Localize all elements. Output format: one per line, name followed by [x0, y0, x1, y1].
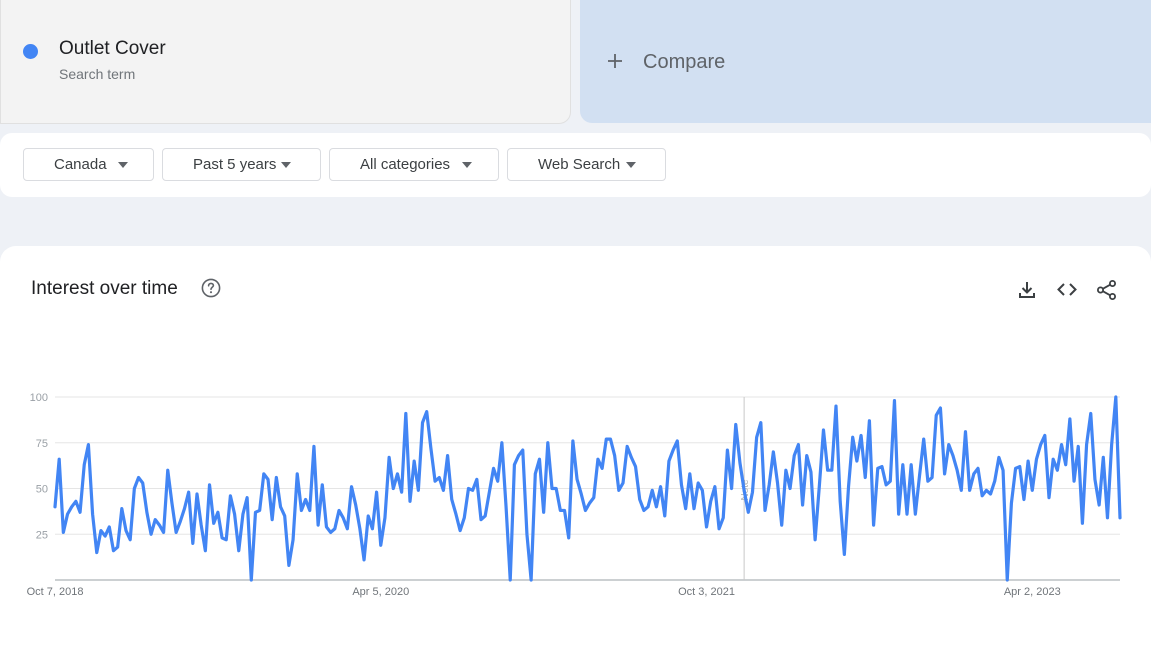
search-term-card[interactable]: Outlet Cover Search term	[0, 0, 571, 124]
caret-down-icon	[281, 162, 291, 168]
filter-region[interactable]: Canada	[23, 148, 154, 181]
filter-time-range-label: Past 5 years	[193, 156, 277, 173]
share-icon[interactable]	[1096, 279, 1118, 301]
chart-section-title: Interest over time	[31, 278, 178, 299]
caret-down-icon	[118, 162, 128, 168]
search-term-subtitle: Search term	[59, 66, 136, 82]
filter-search-type[interactable]: Web Search	[507, 148, 666, 181]
series-color-dot	[23, 44, 38, 59]
compare-label[interactable]: Compare	[643, 51, 725, 74]
filter-time-range[interactable]: Past 5 years	[162, 148, 321, 181]
filter-region-label: Canada	[54, 156, 107, 173]
plus-icon[interactable]	[606, 47, 624, 75]
filter-category-label: All categories	[360, 156, 451, 173]
caret-down-icon	[626, 162, 636, 168]
filters-bar: Canada Past 5 years All categories Web S…	[0, 133, 1151, 197]
filter-search-type-label: Web Search	[538, 156, 621, 173]
help-circle-icon[interactable]	[201, 278, 221, 298]
search-term-name[interactable]: Outlet Cover	[59, 38, 166, 60]
caret-down-icon	[462, 162, 472, 168]
interest-over-time-card	[0, 246, 1151, 668]
embed-code-icon[interactable]	[1056, 279, 1078, 301]
download-icon[interactable]	[1016, 279, 1038, 301]
google-trends-page: Outlet Cover Search term Compare Canada …	[0, 0, 1151, 668]
filter-category[interactable]: All categories	[329, 148, 499, 181]
